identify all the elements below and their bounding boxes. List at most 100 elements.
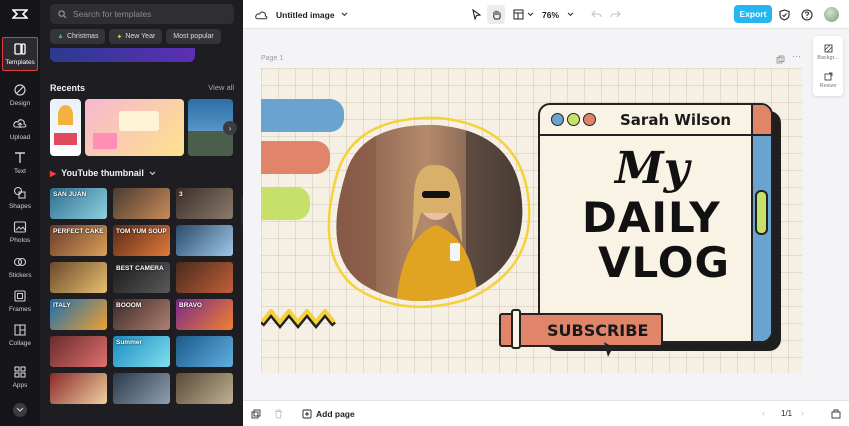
rail-item-collage[interactable]: Collage	[2, 318, 38, 352]
subscribe-button-shape[interactable]: SUBSCRIBE	[499, 309, 663, 349]
add-page-label: Add page	[316, 409, 355, 419]
youtube-template-thumbnail[interactable]: ITALY	[50, 299, 107, 330]
strip-top-block	[753, 105, 771, 136]
resize-icon	[824, 72, 832, 80]
youtube-template-thumbnail[interactable]	[176, 225, 233, 256]
undo-button[interactable]	[591, 0, 602, 29]
more-options-icon[interactable]: ···	[792, 51, 801, 61]
app-window: Templates Design Upload Text Shapes Phot…	[0, 0, 849, 426]
collapse-button[interactable]	[13, 403, 27, 417]
undo-icon	[591, 10, 602, 18]
youtube-template-thumbnail[interactable]: TOM YUM SOUP	[113, 225, 170, 256]
chip-most-popular[interactable]: Most popular	[166, 29, 221, 44]
layout-menu-button[interactable]	[513, 0, 534, 29]
recent-template-2[interactable]	[85, 99, 184, 156]
search-input[interactable]	[73, 9, 223, 19]
promo-banner[interactable]	[50, 48, 195, 62]
export-button[interactable]: Export	[734, 5, 772, 23]
youtube-template-thumbnail[interactable]: PERFECT CAKE	[50, 225, 107, 256]
zigzag-shape[interactable]	[261, 309, 337, 329]
search-box[interactable]	[50, 4, 234, 24]
select-tool-button[interactable]	[471, 0, 482, 29]
rail-item-shapes[interactable]: Shapes	[2, 181, 38, 215]
cloud-save-button[interactable]	[255, 0, 268, 29]
youtube-template-thumbnail[interactable]	[113, 188, 170, 219]
rail-item-design[interactable]: Design	[2, 78, 38, 112]
youtube-template-thumbnail[interactable]	[176, 336, 233, 367]
background-icon	[824, 44, 832, 52]
chevron-down-icon	[16, 407, 24, 412]
thumbnail-text: TOM YUM SOUP	[116, 228, 167, 235]
prev-page-button[interactable]: ‹	[762, 408, 765, 418]
rail-item-stickers[interactable]: Stickers	[2, 250, 38, 284]
layers-icon[interactable]	[251, 409, 261, 419]
page-label: Page 1	[261, 55, 284, 62]
headline-my[interactable]: My	[615, 143, 689, 194]
rail-label: Templates	[5, 59, 35, 66]
fullscreen-icon[interactable]	[831, 409, 841, 419]
rail-label: Apps	[12, 382, 28, 389]
avatar-button[interactable]	[824, 0, 839, 29]
layout-icon	[513, 9, 524, 20]
cursor-arrow-shape[interactable]	[602, 341, 620, 359]
youtube-template-thumbnail[interactable]: BOOOM	[113, 299, 170, 330]
rail-item-frames[interactable]: Frames	[2, 284, 38, 318]
photos-icon	[13, 221, 27, 233]
add-page-button[interactable]: Add page	[302, 401, 355, 426]
youtube-template-thumbnail[interactable]: BRAVO	[176, 299, 233, 330]
rail-item-templates[interactable]: Templates	[2, 37, 38, 71]
trash-icon[interactable]	[274, 409, 283, 419]
hand-icon	[492, 10, 501, 20]
youtube-template-thumbnail[interactable]: SAN JUAN	[50, 188, 107, 219]
youtube-template-thumbnail[interactable]	[113, 373, 170, 404]
next-page-button[interactable]: ›	[801, 408, 804, 418]
rail-item-text[interactable]: Text	[2, 146, 38, 180]
templates-icon	[14, 43, 26, 55]
recent-template-1[interactable]	[50, 99, 81, 156]
left-rail: Templates Design Upload Text Shapes Phot…	[0, 0, 40, 426]
redo-button[interactable]	[610, 0, 621, 29]
zoom-dropdown[interactable]: 76%	[542, 0, 574, 29]
canvas-area: Page 1 ··· Backgr... Resize Sarah Wilson…	[243, 29, 849, 400]
shield-button[interactable]	[779, 0, 790, 29]
photo-frame[interactable]	[316, 113, 536, 308]
headline-vlog[interactable]: VLOG	[598, 238, 730, 287]
rail-item-photos[interactable]: Photos	[2, 215, 38, 249]
youtube-template-thumbnail[interactable]: 3	[176, 188, 233, 219]
cloud-icon	[255, 10, 268, 19]
youtube-thumbnail-section[interactable]: ▶ YouTube thumbnail	[50, 168, 156, 178]
headline-daily[interactable]: DAILY	[582, 193, 721, 242]
view-all-link[interactable]: View all	[208, 83, 234, 92]
youtube-template-thumbnail[interactable]: Summer	[113, 336, 170, 367]
category-chips: ▲ Christmas ✦ New Year Most popular	[50, 29, 221, 44]
resize-tool-button[interactable]: Resize	[813, 67, 843, 93]
rail-item-apps[interactable]: Apps	[2, 360, 38, 394]
rail-item-upload[interactable]: Upload	[2, 112, 38, 146]
design-canvas[interactable]: Sarah Wilson My DAILY VLOG SUBSCRIBE	[261, 68, 802, 373]
tool-label: Resize	[819, 82, 837, 89]
scroll-right-button[interactable]: ›	[223, 121, 237, 135]
name-text[interactable]: Sarah Wilson	[620, 111, 731, 129]
subscribe-text[interactable]: SUBSCRIBE	[547, 321, 648, 340]
text-icon	[15, 152, 25, 163]
chip-label: New Year	[125, 33, 156, 40]
youtube-template-thumbnail[interactable]	[176, 262, 233, 293]
chevron-down-icon	[567, 12, 574, 17]
bottom-bar: Add page ‹ 1/1 ›	[243, 400, 849, 426]
green-pill-shape[interactable]	[261, 187, 310, 220]
help-button[interactable]	[801, 0, 813, 29]
chip-new-year[interactable]: ✦ New Year	[109, 29, 163, 44]
background-tool-button[interactable]: Backgr...	[813, 39, 843, 65]
templates-panel: ▲Christmas ✦New Year Most popular Recent…	[40, 0, 243, 426]
duplicate-page-icon[interactable]	[776, 55, 785, 64]
document-title-button[interactable]: Untitled image	[276, 0, 348, 29]
shield-icon	[779, 8, 790, 21]
youtube-template-thumbnail[interactable]	[176, 373, 233, 404]
youtube-template-thumbnail[interactable]	[50, 373, 107, 404]
window-card[interactable]: Sarah Wilson My DAILY VLOG	[538, 103, 773, 343]
youtube-template-thumbnail[interactable]	[50, 336, 107, 367]
youtube-template-thumbnail[interactable]: BEST CAMERA	[113, 262, 170, 293]
chip-christmas[interactable]: ▲ Christmas	[50, 29, 106, 44]
youtube-template-thumbnail[interactable]	[50, 262, 107, 293]
hand-tool-button[interactable]	[487, 5, 505, 24]
